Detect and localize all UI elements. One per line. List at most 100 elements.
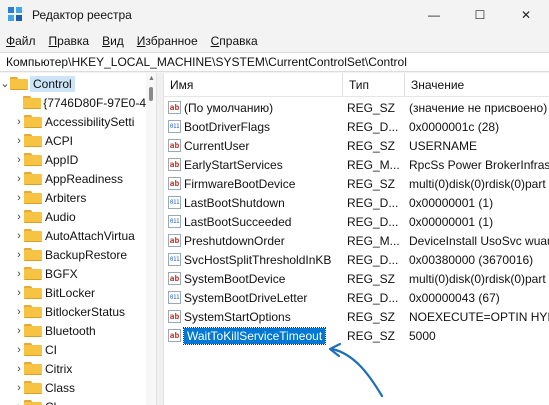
value-name: EarlyStartServices [184, 157, 283, 172]
pane-splitter[interactable] [156, 73, 164, 405]
folder-icon [24, 343, 42, 356]
menu-bar: Файл Правка Вид Избранное Справка [0, 31, 549, 51]
chevron-right-icon[interactable]: › [14, 268, 24, 280]
maximize-button[interactable]: ☐ [457, 0, 503, 30]
maximize-icon: ☐ [474, 8, 486, 22]
string-value-icon: ab [168, 310, 181, 323]
chevron-right-icon[interactable]: › [14, 173, 24, 185]
table-row[interactable]: 011 LastBootShutdown REG_D... 0x00000001 (1… [164, 193, 549, 212]
address-bar[interactable]: Компьютер\HKEY_LOCAL_MACHINE\SYSTEM\Curr… [0, 52, 549, 72]
value-type-cell: REG_SZ [347, 271, 396, 286]
value-name-cell: 011 LastBootShutdown [168, 193, 346, 212]
tree-node[interactable]: › Audio [0, 207, 146, 226]
folder-icon [23, 96, 42, 109]
folder-icon [24, 305, 42, 318]
chevron-right-icon[interactable]: › [14, 192, 24, 204]
chevron-right-icon[interactable]: › [14, 116, 24, 128]
table-row[interactable]: 011 SvcHostSplitThresholdInKB REG_D... 0x00… [164, 250, 549, 269]
table-row[interactable]: ab CurrentUser REG_SZ USERNAME [164, 136, 549, 155]
chevron-right-icon[interactable]: › [14, 211, 24, 223]
tree-node-label: {7746D80F-97E0-4 [43, 95, 146, 110]
chevron-right-icon[interactable]: › [14, 382, 24, 394]
tree-scrollbar[interactable]: ▲ [146, 73, 156, 405]
tree-node[interactable]: › BitLocker [0, 283, 146, 302]
column-header-name[interactable]: Имя [164, 73, 342, 97]
title-bar: Редактор реестра — ☐ ✕ [0, 0, 549, 30]
tree-node[interactable]: › Cl [0, 397, 146, 405]
tree-node[interactable]: › ACPI [0, 131, 146, 150]
tree-node[interactable]: › AccessibilitySetti [0, 112, 146, 131]
tree-node-label: Control [30, 75, 75, 92]
value-data-cell: 0x00000001 (1) [409, 214, 494, 229]
table-row[interactable]: ab PreshutdownOrder REG_M... DeviceInstall … [164, 231, 549, 250]
scrollbar-thumb[interactable] [149, 87, 153, 101]
value-name-cell: 011 SystemBootDriveLetter [168, 288, 346, 307]
table-row[interactable]: ab EarlyStartServices REG_M... RpcSs Power … [164, 155, 549, 174]
chevron-right-icon[interactable]: › [14, 344, 24, 356]
tree-node[interactable]: › Citrix [0, 359, 146, 378]
value-name: LastBootShutdown [184, 195, 285, 210]
tree-node[interactable]: › BGFX [0, 264, 146, 283]
menu-item-4[interactable]: Справка [205, 34, 265, 48]
chevron-right-icon[interactable]: › [14, 363, 24, 375]
tree-node[interactable]: › Class [0, 378, 146, 397]
value-type-cell: REG_SZ [347, 100, 396, 115]
table-row[interactable]: 011 SystemBootDriveLetter REG_D... 0x000000… [164, 288, 549, 307]
chevron-right-icon[interactable]: › [14, 249, 24, 261]
tree-node-label: Class [45, 380, 76, 395]
tree-node[interactable]: › BitlockerStatus [0, 302, 146, 321]
column-header-value[interactable]: Значение [404, 73, 549, 97]
tree-node[interactable]: {7746D80F-97E0-4 [0, 93, 146, 112]
column-header-type[interactable]: Тип [342, 73, 404, 97]
close-button[interactable]: ✕ [503, 0, 549, 30]
tree-node-label: Citrix [45, 361, 73, 376]
tree-node[interactable]: › BackupRestore [0, 245, 146, 264]
chevron-right-icon[interactable]: › [14, 230, 24, 242]
chevron-right-icon[interactable]: › [14, 401, 24, 405]
tree-node[interactable]: › Arbiters [0, 188, 146, 207]
string-value-icon: ab [168, 234, 181, 247]
chevron-right-icon[interactable]: › [14, 325, 24, 337]
tree-node[interactable]: › CI [0, 340, 146, 359]
menu-item-0[interactable]: Файл [0, 34, 43, 48]
value-name-cell: 011 LastBootSucceeded [168, 212, 346, 231]
tree-node[interactable]: › AppReadiness [0, 169, 146, 188]
folder-icon [24, 267, 42, 280]
table-row[interactable]: 011 BootDriverFlags REG_D... 0x0000001c (28… [164, 117, 549, 136]
tree-node-root[interactable]: ⌄ Control [0, 74, 146, 93]
binary-value-icon: 011 [168, 196, 181, 209]
value-type-cell: REG_M... [347, 157, 400, 172]
table-row[interactable]: ab FirmwareBootDevice REG_SZ multi(0)disk(0… [164, 174, 549, 193]
value-name: SystemStartOptions [184, 309, 291, 324]
value-data-cell: 0x0000001c (28) [409, 119, 500, 134]
value-name: CurrentUser [184, 138, 250, 153]
table-row[interactable]: 011 LastBootSucceeded REG_D... 0x00000001 (… [164, 212, 549, 231]
scroll-up-icon[interactable]: ▲ [148, 75, 155, 82]
chevron-right-icon[interactable]: › [14, 135, 24, 147]
menu-item-3[interactable]: Избранное [131, 34, 205, 48]
chevron-down-icon[interactable]: ⌄ [0, 77, 10, 90]
tree-pane[interactable]: ▲ ⌄ Control {7746D80F-97E0-4 › Accessibility… [0, 73, 156, 405]
folder-icon [24, 134, 42, 147]
table-row[interactable]: ab SystemStartOptions REG_SZ NOEXECUTE=OPT… [164, 307, 549, 326]
menu-item-2[interactable]: Вид [96, 34, 131, 48]
string-value-icon: ab [168, 177, 181, 190]
chevron-right-icon[interactable]: › [14, 287, 24, 299]
value-name-cell: ab (По умолчанию) [168, 98, 346, 117]
tree-node[interactable]: › Bluetooth [0, 321, 146, 340]
value-type-cell: REG_D... [347, 214, 399, 229]
tree-node[interactable]: › AppID [0, 150, 146, 169]
value-type-cell: REG_D... [347, 290, 399, 305]
minimize-icon: — [428, 8, 440, 22]
binary-value-icon: 011 [168, 253, 181, 266]
table-row[interactable]: ab (По умолчанию) REG_SZ (значение не присв… [164, 98, 549, 117]
table-row[interactable]: ab SystemBootDevice REG_SZ multi(0)disk(0)r… [164, 269, 549, 288]
chevron-right-icon[interactable]: › [14, 306, 24, 318]
tree-node-label: BGFX [45, 266, 78, 281]
minimize-button[interactable]: — [411, 0, 457, 30]
string-value-icon: ab [168, 139, 181, 152]
tree-node[interactable]: › AutoAttachVirtua [0, 226, 146, 245]
menu-item-1[interactable]: Правка [43, 34, 97, 48]
value-data-cell: 0x00000001 (1) [409, 195, 494, 210]
chevron-right-icon[interactable]: › [14, 154, 24, 166]
